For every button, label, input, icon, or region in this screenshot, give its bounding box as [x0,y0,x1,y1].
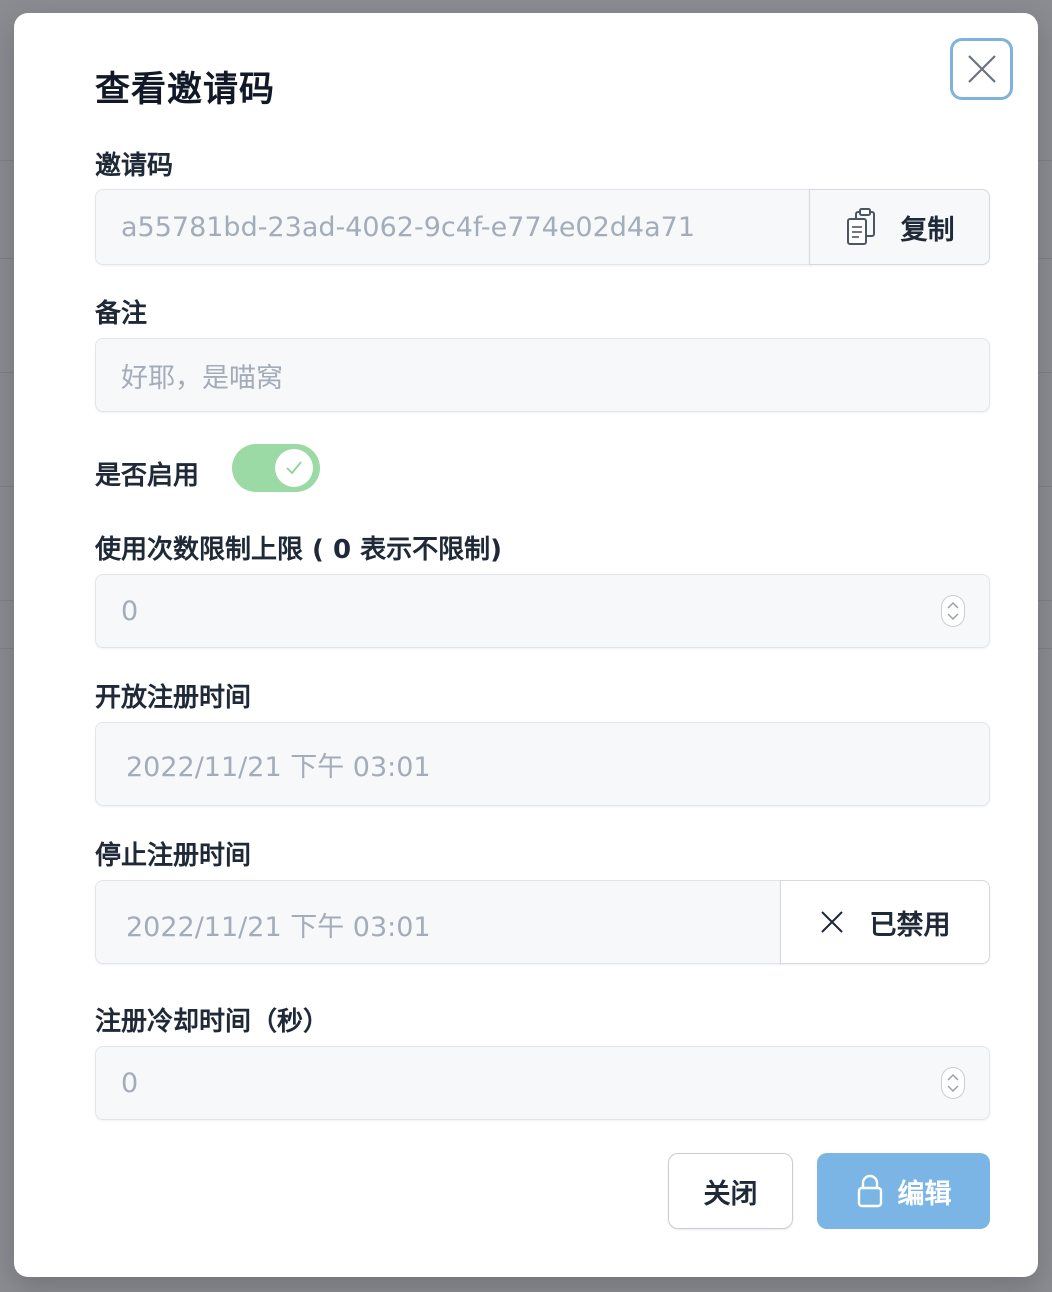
view-invite-code-dialog: 查看邀请码 邀请码 a55781bd-23ad-4062-9c4f-e774e0… [14,13,1038,1277]
open-time-field[interactable]: 2022/11/21 下午 03:01 [95,722,990,806]
check-icon [286,461,302,475]
invite-code-value: a55781bd-23ad-4062-9c4f-e774e02d4a71 [121,211,696,243]
usage-limit-input[interactable]: 0 [95,574,990,648]
disabled-label: 已禁用 [869,909,951,941]
clipboard-icon [846,208,875,245]
cooldown-value: 0 [121,1067,139,1099]
dialog-title: 查看邀请码 [95,70,276,110]
close-time-disabled-toggle[interactable]: 已禁用 [780,880,990,964]
close-time-field[interactable]: 2022/11/21 下午 03:01 [95,880,782,964]
toggle-knob [275,449,313,487]
enabled-label: 是否启用 [95,461,200,491]
stepper-arrows-icon [947,1073,959,1093]
stepper-arrows-icon [947,601,959,621]
open-time-label: 开放注册时间 [95,683,252,713]
copy-button-label: 复制 [900,214,955,246]
note-value: 好耶，是喵窝 [121,362,283,394]
invite-code-label: 邀请码 [95,151,174,181]
edit-button-label: 编辑 [897,1178,952,1210]
x-icon [820,911,843,933]
number-stepper[interactable] [941,595,965,627]
lock-icon [857,1174,882,1208]
edit-button[interactable]: 编辑 [817,1153,990,1229]
usage-limit-label: 使用次数限制上限 ( 0 表示不限制) [95,535,503,565]
close-time-value: 2022/11/21 下午 03:01 [126,912,431,943]
copy-button[interactable]: 复制 [809,189,990,265]
cooldown-input[interactable]: 0 [95,1046,990,1120]
number-stepper[interactable] [941,1067,965,1099]
cooldown-label: 注册冷却时间（秒） [95,1007,330,1037]
close-time-label: 停止注册时间 [95,841,252,871]
note-field[interactable]: 好耶，是喵窝 [95,338,990,412]
open-time-value: 2022/11/21 下午 03:01 [126,751,431,783]
close-button[interactable]: 关闭 [668,1153,793,1229]
usage-limit-value: 0 [121,595,139,627]
note-label: 备注 [95,299,148,329]
enabled-toggle[interactable] [232,444,320,492]
close-icon [967,55,996,83]
invite-code-field[interactable]: a55781bd-23ad-4062-9c4f-e774e02d4a71 [95,189,811,265]
dialog-close-button[interactable] [950,38,1013,100]
